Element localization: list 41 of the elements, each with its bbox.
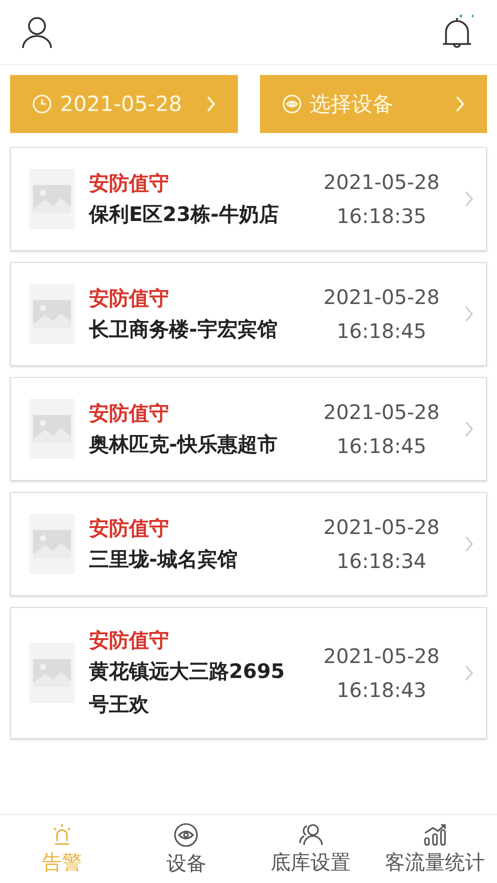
location-name: 奥林匹克-快乐惠超市 xyxy=(89,430,278,458)
alarm-type: 安防值守 xyxy=(89,170,170,196)
nav-tab[interactable]: 客流量统计 xyxy=(372,815,497,883)
alarm-time: 16:18:35 xyxy=(336,203,426,230)
eye-icon xyxy=(282,94,302,114)
alarm-type: 安防值守 xyxy=(89,627,170,654)
nav-tab[interactable]: 设备 xyxy=(124,815,248,883)
alarm-type: 安防值守 xyxy=(89,514,170,542)
location-name: 长卫商务楼-宇宏宾馆 xyxy=(89,316,278,342)
alarm-date: 2021-05-28 xyxy=(323,514,440,541)
chevron-right-icon xyxy=(464,664,474,682)
alarm-type: 安防值守 xyxy=(89,284,170,312)
alarm-card[interactable]: 安防值守 三里垅-城名宾馆 2021-05-28 16:18:34 xyxy=(10,492,487,596)
location-name: 保利E区23栋-牛奶店 xyxy=(89,200,280,228)
chevron-right-icon xyxy=(464,190,474,208)
chevron-right-icon xyxy=(455,95,465,113)
bar-chart-icon xyxy=(422,822,448,846)
alarm-card[interactable]: 安防值守 黄花镇远大三路2695号王欢 2021-05-28 16:18:43 xyxy=(10,607,487,739)
chevron-right-icon xyxy=(464,305,474,323)
clock-icon xyxy=(32,94,52,114)
alarm-time: 16:18:45 xyxy=(336,318,426,345)
alarm-date: 2021-05-28 xyxy=(323,643,440,670)
alarm-card[interactable]: 安防值守 长卫商务楼-宇宏宾馆 2021-05-28 16:18:45 xyxy=(10,262,487,366)
nav-tab[interactable]: 底库设置 xyxy=(248,815,373,883)
location-name: 黄花镇远大三路2695号王欢 xyxy=(89,658,286,718)
alarm-card[interactable]: 安防值守 奥林匹克-快乐惠超市 2021-05-28 16:18:45 xyxy=(10,377,487,481)
alarm-time: 16:18:34 xyxy=(336,548,426,575)
chevron-right-icon xyxy=(206,95,216,113)
chevron-right-icon xyxy=(464,535,474,553)
alarm-time: 16:18:43 xyxy=(336,677,426,704)
alarm-date: 2021-05-28 xyxy=(323,399,440,426)
user-icon[interactable] xyxy=(20,15,54,49)
location-name: 三里垅-城名宾馆 xyxy=(89,546,238,572)
alarm-card[interactable]: 安防值守 保利E区23栋-牛奶店 2021-05-28 16:18:35 xyxy=(10,147,487,251)
chevron-right-icon xyxy=(464,420,474,438)
alarm-date: 2021-05-28 xyxy=(323,169,440,196)
users-icon xyxy=(298,822,324,846)
eye-icon xyxy=(173,822,200,848)
alarm-type: 安防值守 xyxy=(89,400,170,426)
alarm-time: 16:18:45 xyxy=(336,433,426,460)
alarm-date: 2021-05-28 xyxy=(323,284,440,311)
